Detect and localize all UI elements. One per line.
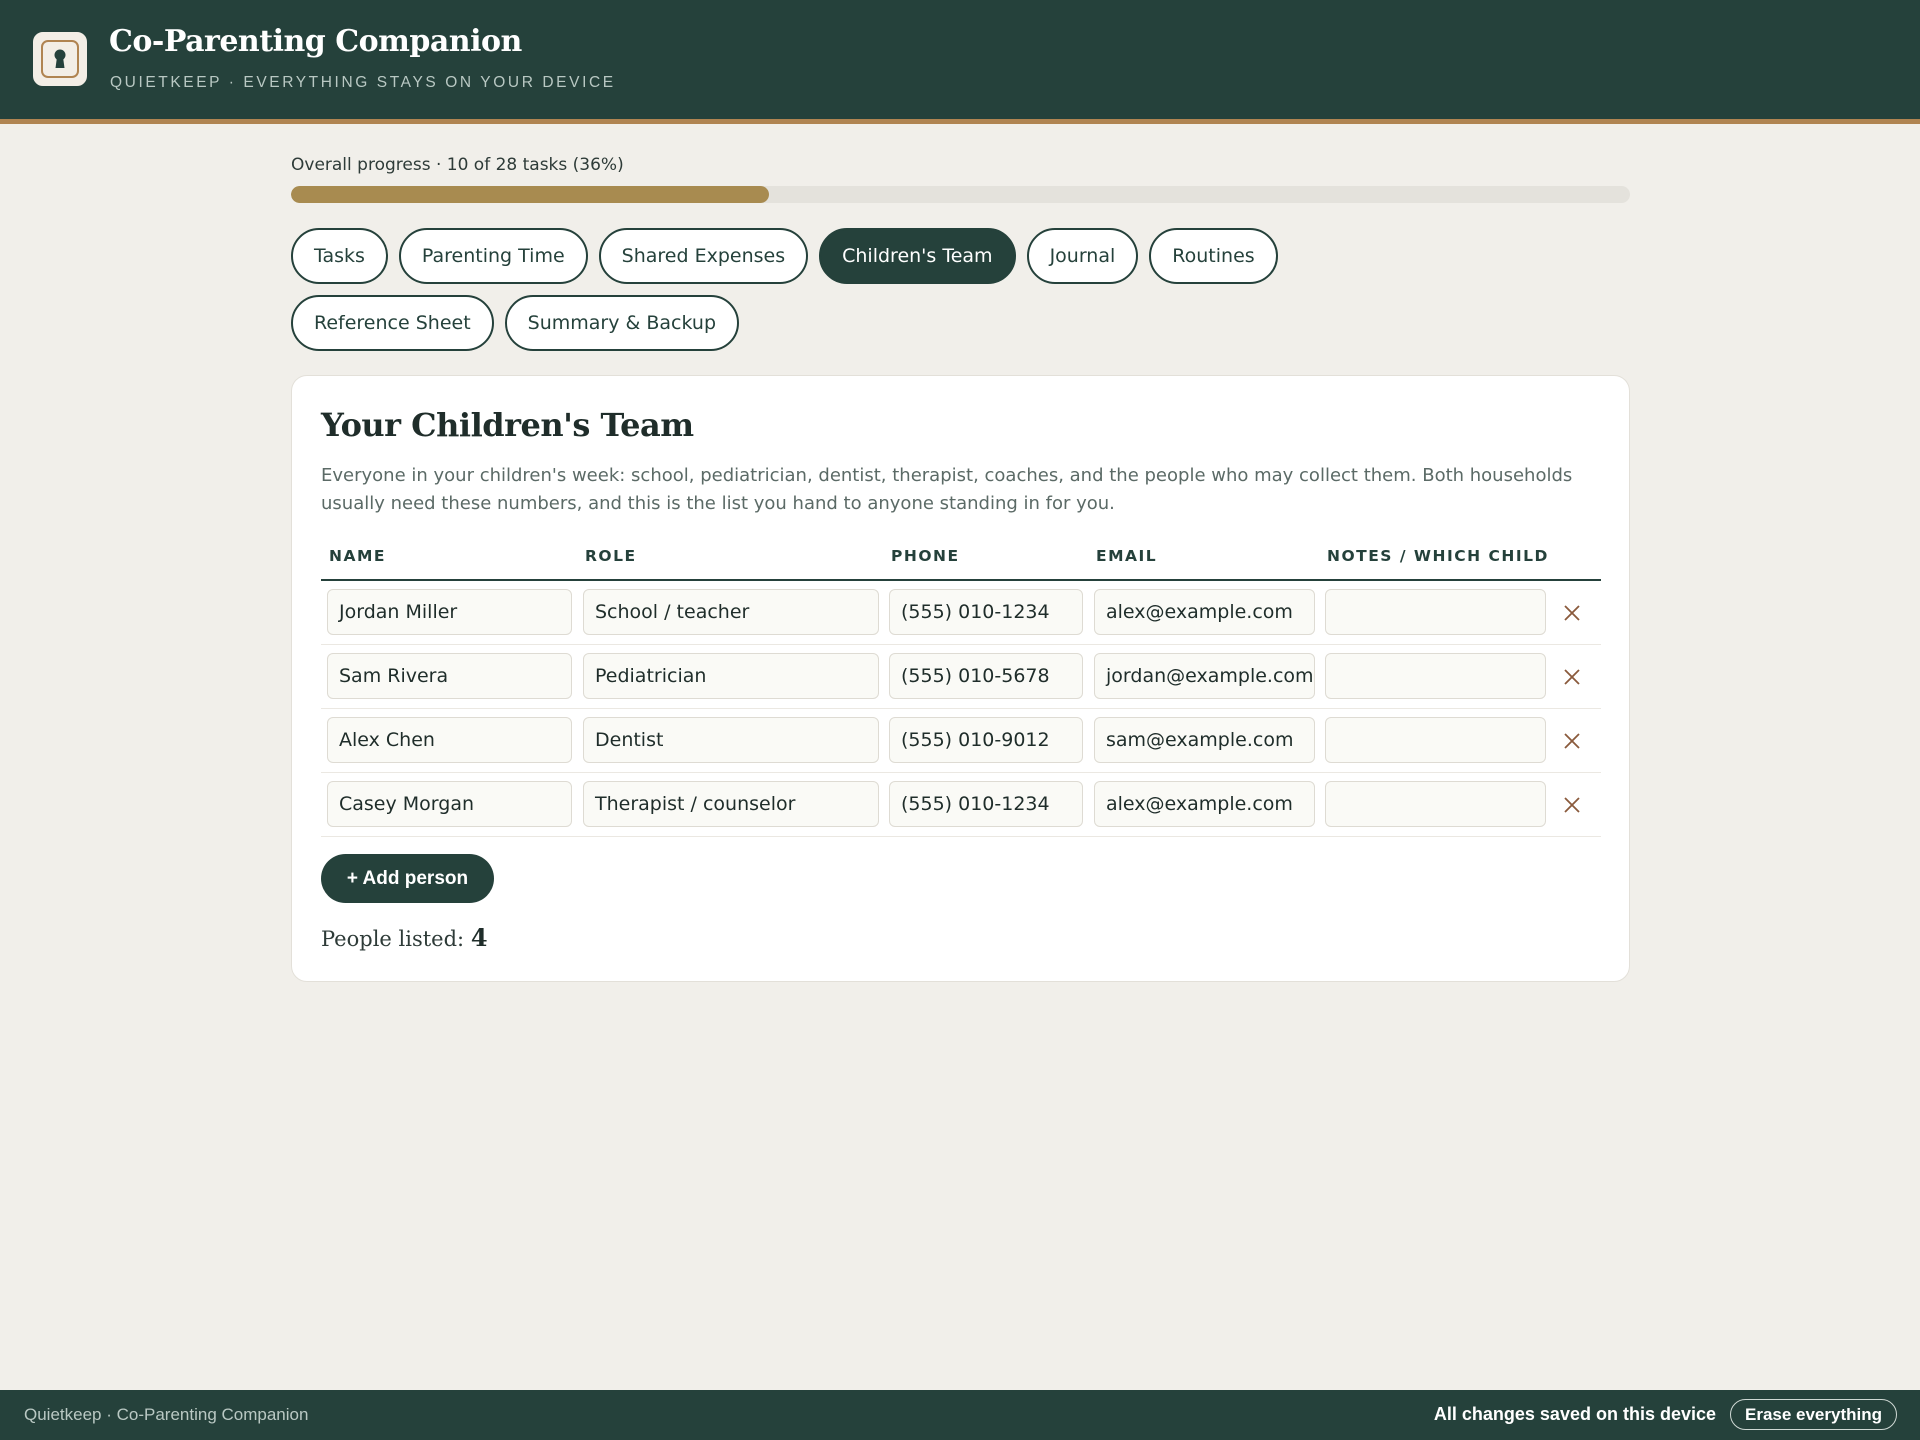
phone-field[interactable]: (555) 010-9012 (889, 717, 1083, 763)
footer-label: Quietkeep · Co-Parenting Companion (24, 1405, 309, 1424)
email-field[interactable]: alex@example.com (1094, 589, 1315, 635)
tab-journal[interactable]: Journal (1026, 228, 1139, 284)
tab-shared-expenses[interactable]: Shared Expenses (598, 228, 809, 284)
tab-tasks[interactable]: Tasks (291, 228, 388, 284)
progress-fill (291, 186, 770, 203)
team-card: Your Children's Team Everyone in your ch… (291, 375, 1630, 982)
name-field[interactable]: Jordan Miller (327, 589, 572, 635)
role-field[interactable]: Therapist / counselor (583, 781, 879, 827)
notes-field[interactable] (1325, 589, 1546, 635)
team-table: Jordan Miller School / teacher (555) 010… (321, 581, 1601, 837)
table-row: Sam Rivera Pediatrician (555) 010-5678 j… (321, 645, 1601, 709)
email-field[interactable]: sam@example.com (1094, 717, 1315, 763)
column-header-phone: PHONE (891, 547, 960, 565)
role-field[interactable]: Dentist (583, 717, 879, 763)
phone-field[interactable]: (555) 010-1234 (889, 589, 1083, 635)
table-row: Jordan Miller School / teacher (555) 010… (321, 581, 1601, 645)
erase-everything-button[interactable]: Erase everything (1730, 1399, 1897, 1430)
add-person-button[interactable]: + Add person (321, 854, 494, 903)
tab-reference-sheet[interactable]: Reference Sheet (291, 295, 494, 351)
save-status: All changes saved on this device (1433, 1404, 1716, 1424)
table-row: Casey Morgan Therapist / counselor (555)… (321, 773, 1601, 837)
name-field[interactable]: Alex Chen (327, 717, 572, 763)
section-description: Everyone in your children's week: school… (321, 465, 1573, 514)
role-field[interactable]: School / teacher (583, 589, 879, 635)
tab-routines[interactable]: Routines (1149, 228, 1278, 284)
name-field[interactable]: Sam Rivera (327, 653, 572, 699)
progress-bar (291, 186, 1630, 203)
phone-field[interactable]: (555) 010-5678 (889, 653, 1083, 699)
app-title: Co-Parenting Companion (109, 24, 522, 59)
table-row: Alex Chen Dentist (555) 010-9012 sam@exa… (321, 709, 1601, 773)
people-count: People listed: 4 (321, 923, 488, 952)
app-logo (33, 32, 87, 86)
tab-summary-backup[interactable]: Summary & Backup (504, 295, 740, 351)
email-field[interactable]: alex@example.com (1094, 781, 1315, 827)
app-header: Co-Parenting Companion QUIETKEEP · EVERY… (0, 0, 1920, 124)
notes-field[interactable] (1325, 653, 1546, 699)
close-icon[interactable] (1561, 666, 1583, 688)
keyhole-icon (54, 49, 66, 68)
app-subtitle: QUIETKEEP · EVERYTHING STAYS ON YOUR DEV… (110, 74, 616, 91)
close-icon[interactable] (1561, 730, 1583, 752)
email-field[interactable]: jordan@example.com (1094, 653, 1315, 699)
role-field[interactable]: Pediatrician (583, 653, 879, 699)
notes-field[interactable] (1325, 717, 1546, 763)
progress-label: Overall progress · 10 of 28 tasks (36%) (291, 155, 624, 175)
column-header-notes: NOTES / WHICH CHILD (1327, 547, 1549, 565)
close-icon[interactable] (1561, 602, 1583, 624)
tab-bar: Tasks Parenting Time Shared Expenses Chi… (291, 228, 1491, 351)
column-header-role: ROLE (585, 547, 637, 565)
section-title: Your Children's Team (321, 406, 694, 444)
column-header-email: EMAIL (1096, 547, 1158, 565)
people-count-value: 4 (470, 923, 488, 952)
close-icon[interactable] (1561, 794, 1583, 816)
logo-frame (41, 40, 79, 78)
tab-parenting-time[interactable]: Parenting Time (398, 228, 588, 284)
people-count-label: People listed: (321, 927, 465, 951)
tab-childrens-team[interactable]: Children's Team (819, 228, 1016, 284)
app-footer: Quietkeep · Co-Parenting Companion All c… (0, 1390, 1920, 1440)
column-header-name: NAME (329, 547, 386, 565)
table-header: NAME ROLE PHONE EMAIL NOTES / WHICH CHIL… (321, 547, 1601, 581)
notes-field[interactable] (1325, 781, 1546, 827)
phone-field[interactable]: (555) 010-1234 (889, 781, 1083, 827)
name-field[interactable]: Casey Morgan (327, 781, 572, 827)
